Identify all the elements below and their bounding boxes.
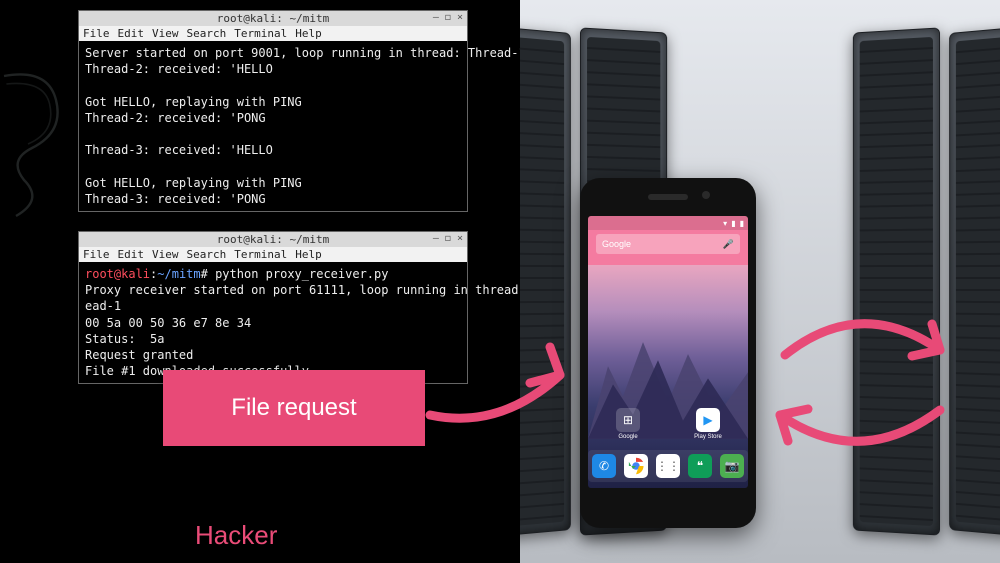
terminal-window-2[interactable]: root@kali: ~/mitm – ◻ × File Edit View S… [78, 231, 468, 384]
file-request-label: File request [231, 394, 356, 422]
home-apps-row: ⊞ Google ▶ Play Store [588, 408, 748, 440]
server-rack [520, 27, 571, 536]
terminal-title: root@kali: ~/mitm [217, 233, 330, 246]
search-label: Google [602, 239, 631, 249]
diagram-stage: root@kali: ~/mitm – ◻ × File Edit View S… [0, 0, 1000, 563]
terminal-titlebar: root@kali: ~/mitm – ◻ × [79, 11, 467, 26]
android-phone: ▾ ▮ ▮ Google 🎤 ⊞ Google ▶ [580, 178, 756, 528]
hangouts-icon[interactable]: ❝ [688, 454, 712, 478]
terminal-window-1[interactable]: root@kali: ~/mitm – ◻ × File Edit View S… [78, 10, 468, 212]
menu-help[interactable]: Help [295, 27, 322, 40]
terminal-output: root@kali:~/mitm# python proxy_receiver.… [79, 262, 467, 383]
battery-icon: ▮ [740, 219, 744, 228]
phone-screen[interactable]: ▾ ▮ ▮ Google 🎤 ⊞ Google ▶ [588, 216, 748, 488]
server-rack [949, 27, 1000, 536]
menu-file[interactable]: File [83, 27, 110, 40]
chrome-icon[interactable] [624, 454, 648, 478]
menu-terminal[interactable]: Terminal [234, 248, 287, 261]
terminal-titlebar: root@kali: ~/mitm – ◻ × [79, 232, 467, 247]
phone-dock: ✆ ⋮⋮ ❝ 📷 [588, 450, 748, 482]
terminal-menubar[interactable]: File Edit View Search Terminal Help [79, 26, 467, 41]
terminal-title: root@kali: ~/mitm [217, 12, 330, 25]
menu-edit[interactable]: Edit [118, 27, 145, 40]
file-request-box: File request [163, 370, 425, 446]
mic-icon[interactable]: 🎤 [723, 239, 734, 250]
hacker-panel: root@kali: ~/mitm – ◻ × File Edit View S… [0, 0, 520, 563]
phone-statusbar: ▾ ▮ ▮ [588, 216, 748, 230]
menu-file[interactable]: File [83, 248, 110, 261]
window-buttons-icon[interactable]: – ◻ × [433, 12, 463, 23]
terminal-output: Server started on port 9001, loop runnin… [79, 41, 467, 211]
menu-search[interactable]: Search [187, 248, 227, 261]
menu-view[interactable]: View [152, 27, 179, 40]
window-buttons-icon[interactable]: – ◻ × [433, 233, 463, 244]
app-play-store[interactable]: ▶ Play Store [691, 408, 725, 440]
wifi-icon: ▾ [723, 219, 727, 228]
play-store-icon: ▶ [696, 408, 720, 432]
google-search-bar[interactable]: Google 🎤 [596, 234, 740, 254]
camera-icon[interactable]: 📷 [720, 454, 744, 478]
signal-icon: ▮ [731, 219, 735, 228]
terminal-menubar[interactable]: File Edit View Search Terminal Help [79, 247, 467, 262]
menu-view[interactable]: View [152, 248, 179, 261]
kali-dragon-logo [0, 40, 80, 240]
app-drawer-icon[interactable]: ⋮⋮ [656, 454, 680, 478]
menu-edit[interactable]: Edit [118, 248, 145, 261]
folder-icon: ⊞ [616, 408, 640, 432]
hacker-label: Hacker [195, 520, 277, 551]
phone-app-icon[interactable]: ✆ [592, 454, 616, 478]
menu-terminal[interactable]: Terminal [234, 27, 287, 40]
menu-search[interactable]: Search [187, 27, 227, 40]
server-rack [853, 27, 940, 535]
menu-help[interactable]: Help [295, 248, 322, 261]
app-google-folder[interactable]: ⊞ Google [611, 408, 645, 440]
